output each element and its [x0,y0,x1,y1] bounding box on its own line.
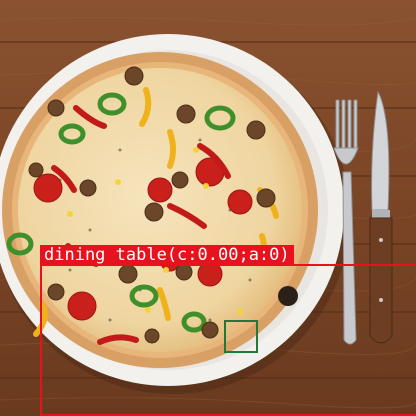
detection-label: dining table(c:0.00;a:0) [40,245,294,265]
detection-box-small [224,320,258,353]
scene: dining table(c:0.00;a:0) [0,0,416,416]
